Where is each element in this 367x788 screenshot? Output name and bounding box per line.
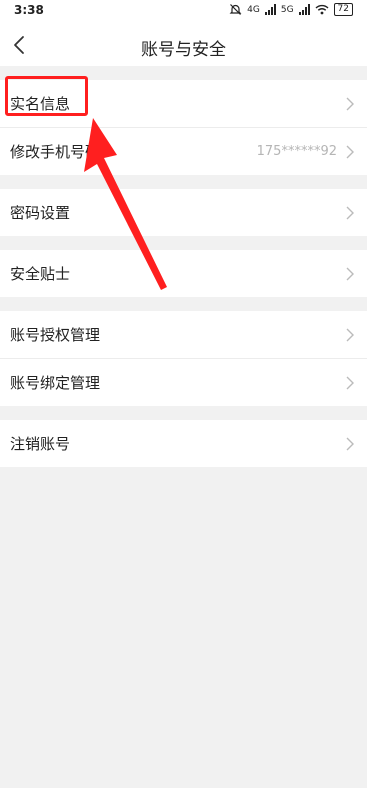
item-label: 账号授权管理 xyxy=(10,326,101,344)
battery-icon: 72 xyxy=(333,3,353,16)
status-bar: 3:38 4G 5G 72 xyxy=(0,0,367,24)
settings-group-1: 实名信息 修改手机号码 175******92 xyxy=(0,80,367,175)
item-label: 修改手机号码 xyxy=(10,143,101,161)
change-phone-item[interactable]: 修改手机号码 175******92 xyxy=(0,128,367,175)
network-4g-label: 4G xyxy=(247,4,260,15)
wifi-icon xyxy=(315,4,329,15)
account-binding-item[interactable]: 账号绑定管理 xyxy=(0,359,367,406)
network-5g-label: 5G xyxy=(280,4,294,15)
chevron-right-icon xyxy=(346,145,354,159)
masked-phone-number: 175******92 xyxy=(256,144,337,159)
item-label: 实名信息 xyxy=(10,95,71,113)
status-icons: 4G 5G 72 xyxy=(229,3,353,16)
chevron-right-icon xyxy=(346,97,354,111)
account-authorization-item[interactable]: 账号授权管理 xyxy=(0,311,367,359)
settings-group-3: 安全贴士 xyxy=(0,250,367,297)
item-label: 安全贴士 xyxy=(10,265,71,283)
mute-bell-icon xyxy=(229,4,242,15)
item-label: 账号绑定管理 xyxy=(10,374,101,392)
security-tips-item[interactable]: 安全贴士 xyxy=(0,250,367,297)
settings-group-2: 密码设置 xyxy=(0,189,367,236)
chevron-right-icon xyxy=(346,376,354,390)
chevron-right-icon xyxy=(346,206,354,220)
nav-header: 账号与安全 xyxy=(0,24,367,66)
chevron-right-icon xyxy=(346,437,354,451)
real-name-info-item[interactable]: 实名信息 xyxy=(0,80,367,128)
cancel-account-item[interactable]: 注销账号 xyxy=(0,420,367,467)
settings-group-4: 账号授权管理 账号绑定管理 xyxy=(0,311,367,406)
chevron-right-icon xyxy=(346,267,354,281)
item-label: 密码设置 xyxy=(10,204,71,222)
settings-group-5: 注销账号 xyxy=(0,420,367,467)
signal-icon-1 xyxy=(264,4,276,15)
page-title: 账号与安全 xyxy=(141,40,226,60)
password-settings-item[interactable]: 密码设置 xyxy=(0,189,367,236)
item-label: 注销账号 xyxy=(10,435,71,453)
status-time: 3:38 xyxy=(14,3,44,17)
signal-icon-2 xyxy=(298,4,310,15)
chevron-right-icon xyxy=(346,328,354,342)
